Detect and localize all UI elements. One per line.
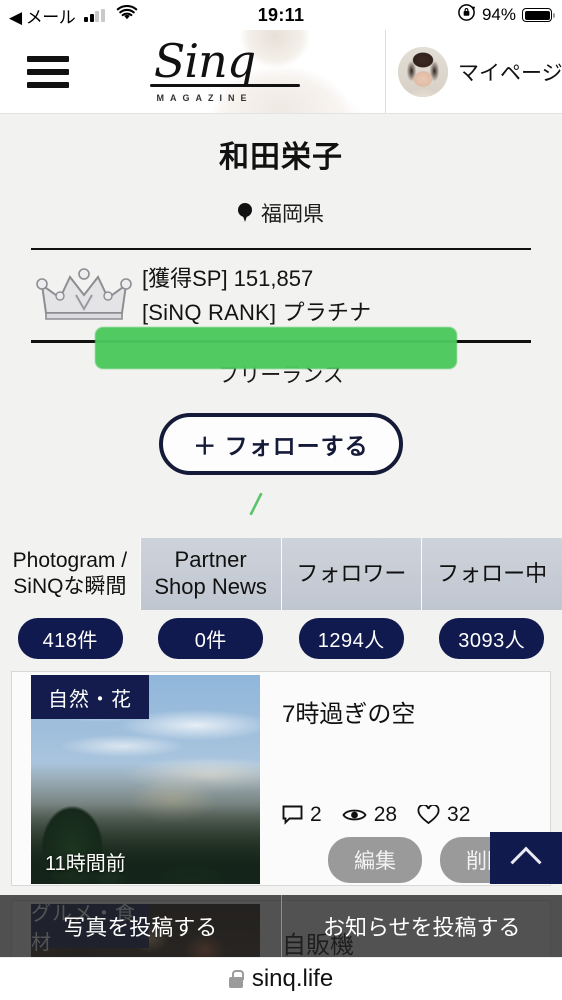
tab-followers[interactable]: フォロワー [280, 538, 422, 610]
post-news-button[interactable]: お知らせを投稿する [280, 895, 562, 957]
map-pin-icon [238, 203, 252, 223]
badge-cell: 0件 [141, 617, 282, 659]
post-stats: 2 28 32 [282, 803, 470, 827]
tab-photogram-line2: SiNQな瞬間 [13, 575, 127, 598]
bottom-action-bar: 写真を投稿する お知らせを投稿する [0, 895, 562, 957]
tab-following[interactable]: フォロー中 [421, 538, 562, 610]
tab-partner-shop-news[interactable]: Partner Shop News [139, 538, 281, 610]
site-header: Sinq MAGAZINE マイページ [0, 30, 562, 114]
tab-photogram-line1: Photogram / [12, 549, 128, 573]
profile-tabs: Photogram / SiNQな瞬間 Partner Shop News フォ… [0, 538, 562, 610]
mypage-link[interactable]: マイページ [386, 30, 562, 113]
profile-section: 和田栄子 福岡県 [獲得SP] 151,857 [SiNQ RANK] プラチナ… [0, 114, 562, 476]
follow-button[interactable]: ＋ フォローする [159, 413, 403, 476]
logo-subtext: MAGAZINE [156, 92, 253, 103]
browser-url-bar[interactable]: sinq.life [0, 957, 562, 1000]
badge-following-count[interactable]: 3093人 [439, 617, 545, 659]
tab-following-label: フォロー中 [437, 560, 548, 586]
page-title: 和田栄子 [219, 141, 343, 174]
tab-followers-label: フォロワー [296, 560, 407, 586]
badge-partner-count[interactable]: 0件 [158, 617, 264, 659]
battery-percentage: 94% [481, 5, 516, 24]
logo-wordmark: Sinq [149, 34, 301, 89]
eye-icon [342, 809, 367, 821]
post-like-count: 32 [447, 803, 471, 826]
scroll-to-top-button[interactable] [490, 832, 562, 884]
ios-status-bar: ◀ メール 19:11 94% [0, 0, 562, 30]
status-right-group: 94% [457, 3, 555, 27]
post-photo-button[interactable]: 写真を投稿する [0, 895, 281, 957]
sinq-rank-line: [SiNQ RANK] プラチナ [142, 300, 372, 326]
post-time-ago: 11時間前 [45, 853, 126, 875]
rank-row: [獲得SP] 151,857 [SiNQ RANK] プラチナ [0, 250, 562, 330]
heart-icon [417, 805, 440, 825]
badge-followers-count[interactable]: 1294人 [298, 617, 404, 659]
badge-cell: 3093人 [422, 617, 562, 659]
profile-location-label: 福岡県 [261, 203, 324, 226]
post-like-stat: 32 [417, 803, 470, 827]
follow-button-wrap: ＋ フォローする [0, 413, 562, 476]
hamburger-menu-icon[interactable] [0, 30, 96, 113]
post-thumbnail[interactable]: 自然・花 11時間前 [31, 675, 260, 884]
chevron-up-icon [510, 846, 542, 878]
comment-bubble-icon [282, 805, 303, 825]
tab-photogram[interactable]: Photogram / SiNQな瞬間 [0, 538, 140, 610]
tab-partner-line1: Partner [174, 547, 247, 573]
tab-partner-line2: Shop News [154, 574, 267, 599]
badge-cell: 418件 [0, 617, 141, 659]
browser-url-text: sinq.life [251, 965, 334, 992]
battery-icon [522, 8, 555, 22]
post-category-badge: 自然・花 [31, 675, 149, 719]
post-view-stat: 28 [342, 803, 397, 827]
tab-count-badges: 418件 0件 1294人 3093人 [0, 617, 562, 659]
divider-bottom [31, 340, 531, 344]
post-comment-count: 2 [310, 803, 322, 826]
site-logo[interactable]: Sinq MAGAZINE [96, 30, 386, 113]
mypage-label: マイページ [458, 61, 562, 85]
post-comment-stat: 2 [282, 803, 322, 827]
edit-post-button[interactable]: 編集 [328, 837, 422, 883]
rotation-lock-icon [457, 3, 476, 27]
profile-job-label: フリーランス [218, 364, 344, 388]
app-root: ◀ メール 19:11 94% Sinq MAGAZINE マイページ 和田栄子… [0, 0, 562, 1000]
acquired-sp-line: [獲得SP] 151,857 [142, 266, 314, 291]
green-pen-stroke-annotation [249, 493, 263, 515]
badge-photogram-count[interactable]: 418件 [17, 617, 123, 659]
post-title[interactable]: 7時過ぎの空 [282, 694, 550, 729]
rank-text: [獲得SP] 151,857 [SiNQ RANK] プラチナ [142, 262, 371, 330]
post-card[interactable]: 自然・花 11時間前 7時過ぎの空 2 28 32 編集 削除 [11, 671, 551, 886]
profile-location: 福岡県 [0, 198, 562, 228]
user-avatar[interactable] [398, 46, 448, 97]
crown-icon [36, 265, 132, 327]
lock-icon [228, 970, 244, 988]
post-view-count: 28 [373, 803, 398, 826]
badge-cell: 1294人 [281, 617, 422, 659]
